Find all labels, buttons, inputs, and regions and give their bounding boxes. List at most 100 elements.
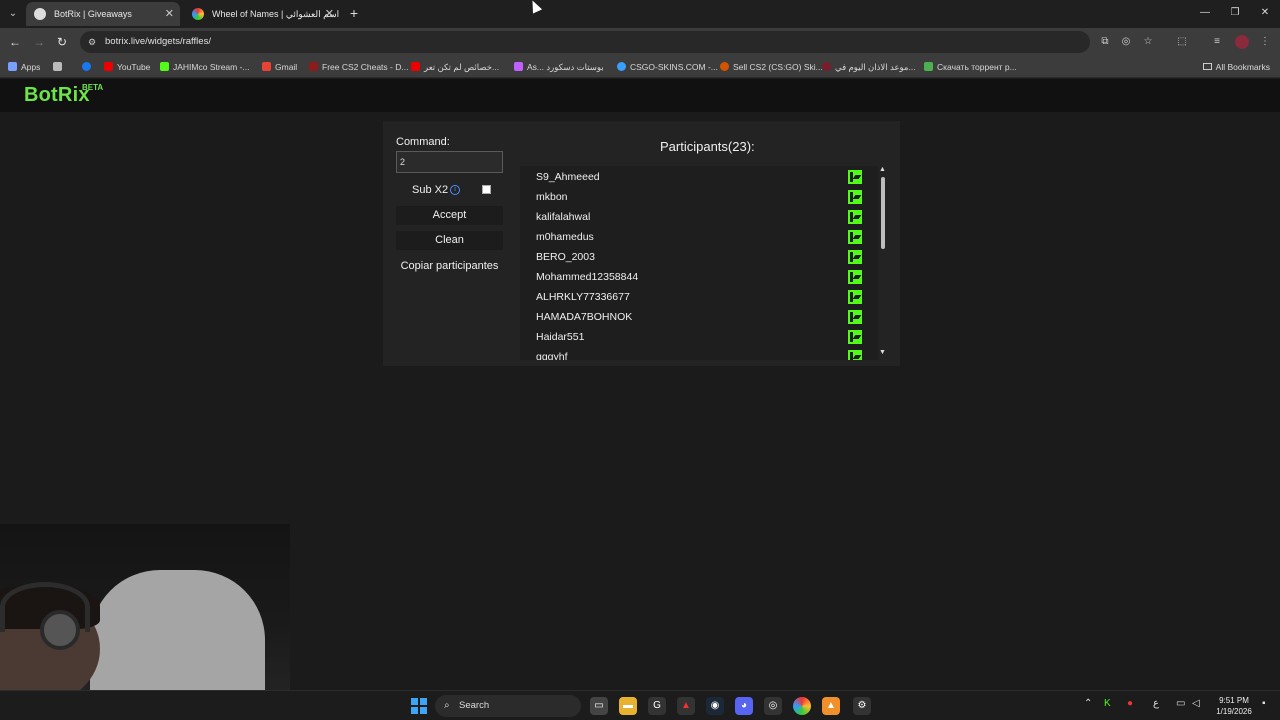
new-tab-button[interactable]: +	[346, 4, 362, 22]
bookmark-facebook[interactable]	[82, 56, 95, 78]
bookmark-jahimco[interactable]: JAHIMco Stream -...	[160, 56, 250, 78]
sub-x2-checkbox[interactable]	[482, 185, 491, 194]
bookmark-arabic-1[interactable]: خصائص لم تكن تعر...	[411, 56, 499, 78]
tab-botrix[interactable]: BotRix | Giveaways ✕	[26, 2, 180, 26]
star-icon[interactable]: ☆	[1140, 34, 1156, 50]
microphone-icon[interactable]: ●	[1127, 698, 1133, 709]
bookmark-csgo-skins[interactable]: CSGO-SKINS.COM -...	[617, 56, 718, 78]
scroll-down-icon[interactable]: ▼	[879, 349, 886, 356]
bookmark-label: موعد الاذان اليوم في...	[835, 62, 916, 72]
site-icon	[822, 62, 831, 71]
start-button[interactable]	[411, 698, 427, 714]
scroll-up-icon[interactable]: ▲	[879, 166, 886, 173]
participant-name: BERO_2003	[536, 251, 595, 263]
bookmark-label: Free CS2 Cheats - D...	[322, 62, 409, 72]
logitech-icon[interactable]: G	[648, 697, 666, 715]
keyboard-language[interactable]: ع	[1153, 698, 1159, 709]
botrix-logo[interactable]: BotRix	[24, 84, 90, 107]
discord-icon[interactable]: ◕	[735, 697, 753, 715]
tab-search-icon[interactable]: ⌄	[4, 5, 22, 23]
copy-participants-button[interactable]: Copiar participantes	[396, 260, 503, 272]
list-item: Mohammed12358844	[520, 267, 862, 287]
bookmark-sell-cs2[interactable]: Sell CS2 (CS:GO) Ski...	[720, 56, 823, 78]
eye-off-icon[interactable]: ◎	[1118, 34, 1134, 50]
sub-x2-label: Sub X2	[412, 184, 449, 196]
task-view-icon[interactable]: ▭	[590, 697, 608, 715]
participant-name: S9_Ahmeeed	[536, 171, 600, 183]
list-item: ALHRKLY77336677	[520, 287, 862, 307]
forward-icon[interactable]: →	[30, 33, 48, 51]
translate-icon[interactable]: ⧉	[1097, 34, 1113, 50]
bookmark-prayer[interactable]: موعد الاذان اليوم في...	[822, 56, 916, 78]
extensions-icon[interactable]: ⬚	[1174, 34, 1190, 50]
list-item: m0hamedus	[520, 227, 862, 247]
settings-gear-icon[interactable]: ⚙	[853, 697, 871, 715]
bookmark-gmail[interactable]: Gmail	[262, 56, 297, 78]
scroll-thumb[interactable]	[881, 177, 885, 249]
command-label: Command:	[396, 136, 450, 148]
vlc-icon[interactable]: ▲	[822, 697, 840, 715]
game-launcher-icon[interactable]: ▲	[677, 697, 695, 715]
maximize-icon[interactable]: ❐	[1220, 4, 1250, 22]
grid-icon	[53, 62, 62, 71]
all-bookmarks-label: All Bookmarks	[1215, 62, 1270, 72]
media-icon[interactable]: ≡	[1209, 34, 1225, 50]
kick-tray-icon[interactable]: K	[1104, 698, 1111, 709]
tab-wheel-of-names[interactable]: Wheel of Names | اسم العشوائي ✕	[184, 2, 340, 26]
volume-icon[interactable]: ◁	[1192, 698, 1200, 709]
participant-name: m0hamedus	[536, 231, 594, 243]
webcam-overlay	[0, 524, 290, 690]
info-icon[interactable]: i	[450, 185, 460, 195]
folder-icon	[1202, 63, 1212, 70]
bookmark-label: Gmail	[275, 62, 298, 72]
minimize-icon[interactable]: —	[1190, 4, 1220, 22]
tab-title: BotRix | Giveaways	[54, 9, 132, 19]
bookmark-youtube[interactable]: YouTube	[104, 56, 150, 78]
command-input[interactable]	[396, 151, 503, 173]
gmail-icon	[262, 62, 271, 71]
profile-avatar[interactable]	[1235, 35, 1249, 49]
kick-icon	[848, 270, 862, 284]
menu-icon[interactable]: ⋮	[1257, 34, 1273, 50]
site-icon	[617, 62, 626, 71]
tray-chevron-icon[interactable]: ⌃	[1084, 698, 1092, 709]
bookmark-cs2-cheats[interactable]: Free CS2 Cheats - D...	[309, 56, 408, 78]
kick-icon	[848, 170, 862, 184]
raffle-panel: Command: Sub X2 i Accept Clean Copiar pa…	[383, 121, 900, 366]
bookmark-label: Скачать торрент р...	[937, 62, 1017, 72]
accept-button[interactable]: Accept	[396, 206, 503, 225]
clean-button[interactable]: Clean	[396, 231, 503, 250]
participant-name: gggyhf	[536, 351, 568, 360]
address-bar[interactable]: ⚙ botrix.live/widgets/raffles/	[80, 31, 1090, 53]
taskbar-clock[interactable]: 9:51 PM 1/19/2026	[1212, 695, 1256, 717]
bookmark-label: Sell CS2 (CS:GO) Ski...	[733, 62, 823, 72]
file-explorer-icon[interactable]: ▬	[619, 697, 637, 715]
steam-icon[interactable]: ◉	[706, 697, 724, 715]
site-icon	[924, 62, 933, 71]
all-bookmarks[interactable]: All Bookmarks	[1202, 56, 1270, 78]
network-icon[interactable]: ▭	[1176, 698, 1185, 709]
reload-icon[interactable]: ↻	[53, 33, 71, 51]
chrome-icon[interactable]	[793, 697, 811, 715]
participants-list[interactable]: S9_Ahmeeed mkbon kalifalahwal m0hamedus …	[520, 166, 878, 360]
notification-icon[interactable]: ▪	[1262, 698, 1266, 709]
bookmark-grid[interactable]	[53, 56, 66, 78]
bookmark-label: YouTube	[117, 62, 151, 72]
site-info-icon[interactable]: ⚙	[88, 36, 100, 48]
kick-icon	[848, 290, 862, 304]
list-item: BERO_2003	[520, 247, 862, 267]
close-tab-icon[interactable]: ✕	[325, 2, 334, 26]
back-icon[interactable]: ←	[6, 33, 24, 51]
obs-icon[interactable]: ◎	[764, 697, 782, 715]
close-tab-icon[interactable]: ✕	[165, 2, 174, 26]
kick-icon	[848, 210, 862, 224]
kick-icon	[848, 310, 862, 324]
botrix-favicon-icon	[34, 8, 46, 20]
bookmark-apps[interactable]: Apps	[8, 56, 40, 78]
participants-scrollbar[interactable]: ▲ ▼	[879, 166, 887, 360]
window-close-icon[interactable]: ✕	[1250, 4, 1280, 22]
bookmark-discord-posts[interactable]: As... بوستات دسكورد	[514, 56, 604, 78]
taskbar-search[interactable]: ⌕ Search	[435, 695, 581, 717]
youtube-icon	[411, 62, 420, 71]
bookmark-torrent[interactable]: Скачать торрент р...	[924, 56, 1017, 78]
